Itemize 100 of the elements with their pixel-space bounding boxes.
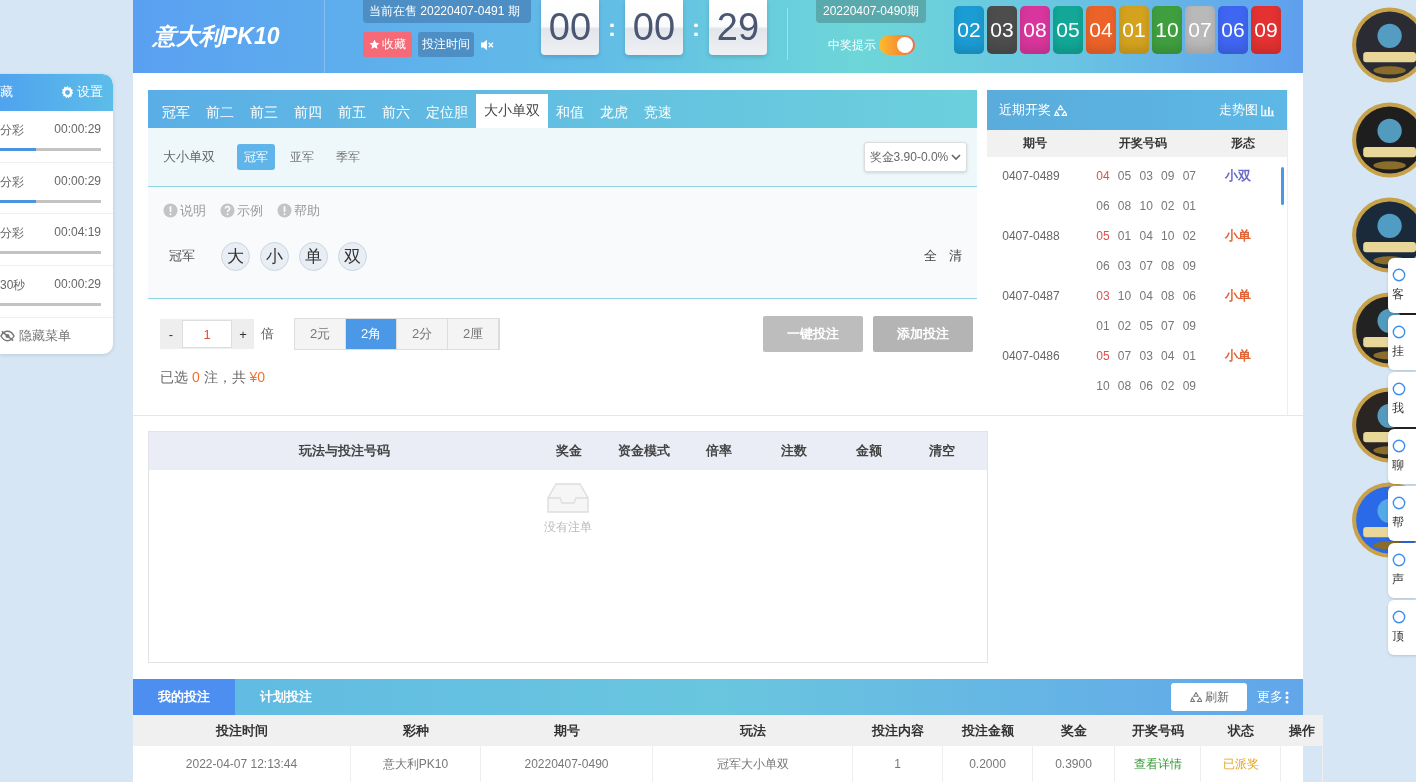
sidebar-title: 藏 <box>0 83 13 102</box>
column-header: 状态 <box>1228 721 1254 740</box>
column-header: 玩法与投注号码 <box>297 442 391 460</box>
draw-number: 03 <box>1117 258 1133 275</box>
scrollbar[interactable] <box>1281 167 1284 205</box>
quick-pick-button[interactable]: 全 <box>924 247 938 265</box>
help-link[interactable]: 示例 <box>220 201 263 220</box>
prize-select[interactable]: 奖金3.90-0.0% <box>863 142 968 172</box>
shape-cell-text: 小单 <box>1224 227 1253 245</box>
bets-tab[interactable]: 我的投注 <box>133 679 235 715</box>
play-tab[interactable]: 定位胆 <box>418 98 476 128</box>
refresh-button[interactable]: 刷新 <box>1171 683 1247 711</box>
column-header: 期号 <box>554 721 580 740</box>
play-tab[interactable]: 前六 <box>374 98 418 128</box>
pick-ball[interactable]: 小 <box>260 241 289 271</box>
draw-number: 09 <box>1182 378 1197 395</box>
unit-option[interactable]: 2元 <box>295 319 346 349</box>
position-chip[interactable]: 季军 <box>329 144 367 170</box>
shape-cell-text: 小单 <box>1224 347 1253 365</box>
chevron-down-icon <box>951 153 962 161</box>
column-header: 投注时间 <box>216 721 268 740</box>
play-tab[interactable]: 前三 <box>242 98 286 128</box>
draw-number: 08 <box>1117 378 1133 395</box>
empty-tray-icon <box>544 480 592 516</box>
help-link[interactable]: 帮助 <box>277 201 320 220</box>
play-tab[interactable]: 前四 <box>286 98 330 128</box>
play-tab[interactable]: 前五 <box>330 98 374 128</box>
draw-number: 05 <box>1117 168 1133 185</box>
draw-number: 06 <box>1182 288 1197 305</box>
lottery-name[interactable]: 分彩 <box>0 121 24 139</box>
help-link[interactable]: 说明 <box>163 201 206 220</box>
toggle-switch[interactable] <box>878 35 915 55</box>
side-tool-button[interactable]: 声 <box>1388 543 1416 598</box>
draw-number: 04 <box>1161 348 1176 365</box>
pick-ball[interactable]: 双 <box>338 241 367 271</box>
side-tool-button[interactable]: 聊 <box>1388 429 1416 484</box>
empty-message: 没有注单 <box>544 519 592 536</box>
trend-chart-link[interactable]: 走势图 <box>1219 101 1275 119</box>
column-header: 形态 <box>1230 135 1257 152</box>
pick-ball[interactable]: 单 <box>299 241 328 271</box>
logo: 意大利PK10 <box>153 22 280 51</box>
bet-time-button[interactable]: 投注时间 <box>418 32 474 57</box>
draw-number: 10 <box>1096 378 1111 395</box>
draw-number: 09 <box>1182 258 1197 275</box>
more-button[interactable]: 更多 <box>1257 688 1289 706</box>
pick-ball[interactable]: 大 <box>221 241 250 271</box>
colon: : <box>692 13 700 42</box>
period-cell-text: 0407-0488 <box>1002 228 1061 245</box>
mute-icon[interactable] <box>480 38 494 51</box>
countdown-time: 00:00:29 <box>54 121 101 138</box>
draw-number: 10 <box>1161 228 1176 245</box>
draw-number: 09 <box>1161 168 1176 185</box>
favorite-button[interactable]: 收藏 <box>363 32 412 57</box>
draw-number: 07 <box>1139 258 1154 275</box>
side-tool-button[interactable]: 客 <box>1388 258 1416 313</box>
unit-option[interactable]: 2分 <box>397 319 448 349</box>
colon: : <box>608 13 616 42</box>
table-cell: 0.2000 <box>969 757 1006 771</box>
draw-number: 10 <box>1139 198 1154 215</box>
column-header: 投注金额 <box>962 721 1014 740</box>
lottery-name[interactable]: 分彩 <box>0 225 24 243</box>
play-tab[interactable]: 前二 <box>198 98 242 128</box>
period-cell-text: 0407-0486 <box>1002 348 1061 365</box>
side-tool-button[interactable]: 顶 <box>1388 600 1416 655</box>
column-header: 奖金 <box>1061 721 1087 740</box>
play-tab[interactable]: 大小单双 <box>476 94 548 128</box>
unit-option[interactable]: 2厘 <box>448 319 499 349</box>
column-header: 资金模式 <box>617 442 671 460</box>
position-chip[interactable]: 冠军 <box>237 144 275 170</box>
draw-number: 02 <box>1182 228 1197 245</box>
star-icon <box>369 39 380 50</box>
hide-menu-button[interactable]: 隐藏菜单 <box>0 318 113 354</box>
side-tool-button[interactable]: 挂 <box>1388 315 1416 370</box>
quick-pick-button[interactable]: 清 <box>949 247 963 265</box>
table-cell: 意大利PK10 <box>382 755 449 773</box>
table-cell: 冠军大小单双 <box>716 755 789 773</box>
draw-number: 06 <box>1139 378 1154 395</box>
settings-button[interactable]: 设置 <box>61 83 103 102</box>
period-cell-text: 0407-0487 <box>1002 288 1061 305</box>
column-header: 金额 <box>855 442 883 460</box>
draw-number: 02 <box>1161 378 1176 395</box>
position-chip[interactable]: 亚军 <box>283 144 321 170</box>
lottery-name[interactable]: 30秒 <box>0 277 26 295</box>
column-header: 注数 <box>780 442 808 460</box>
draw-number: 07 <box>1117 348 1133 365</box>
current-period: 当前在售 20220407-0491 期 <box>363 0 531 23</box>
unit-option[interactable]: 2角 <box>346 319 397 349</box>
draw-number: 02 <box>1117 318 1133 335</box>
table-cell: 2022-04-07 12:13:44 <box>185 757 298 771</box>
multiple-field[interactable]: 1 <box>182 320 232 348</box>
shape-cell-text: 小单 <box>1224 287 1253 305</box>
countdown-time: 00:00:29 <box>54 277 101 294</box>
play-tab[interactable]: 冠军 <box>154 98 198 128</box>
countdown-digit: 29 <box>709 0 767 55</box>
lottery-name[interactable]: 分彩 <box>0 173 24 191</box>
draw-number: 08 <box>1161 288 1176 305</box>
details-link[interactable]: 查看详情 <box>1127 754 1188 774</box>
countdown-time: 00:04:19 <box>54 225 101 242</box>
side-tool-button[interactable]: 我 <box>1388 372 1416 427</box>
side-tool-button[interactable]: 帮 <box>1388 486 1416 541</box>
